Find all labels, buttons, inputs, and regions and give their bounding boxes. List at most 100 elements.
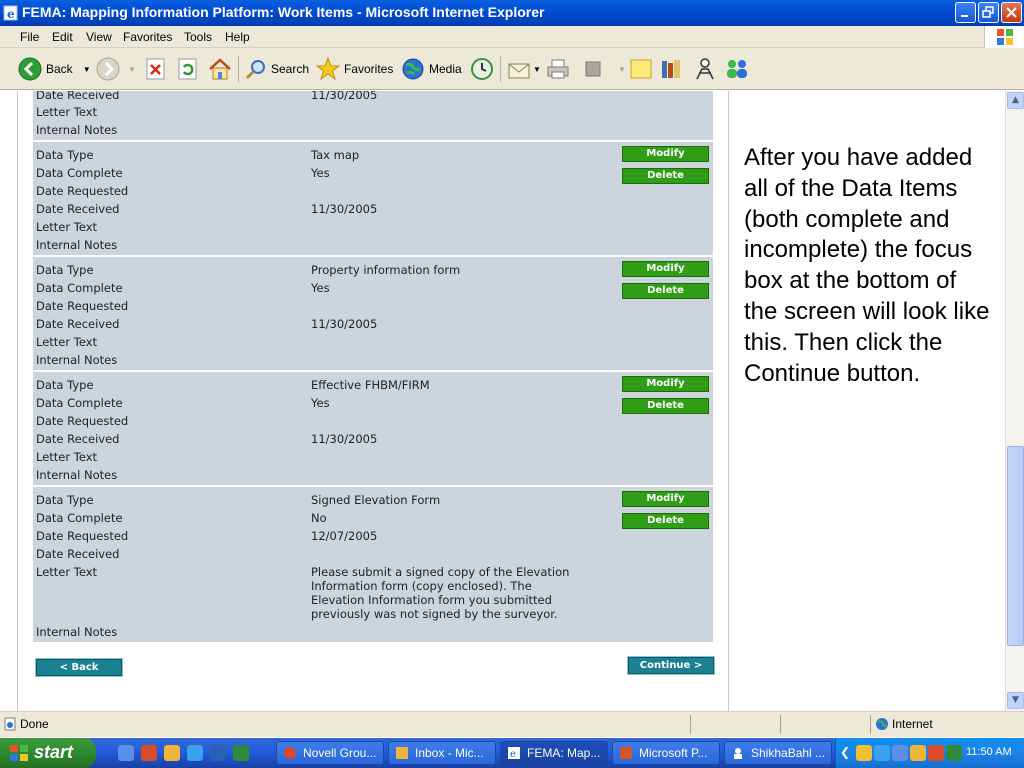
field-label: Data Complete — [36, 281, 123, 295]
field-label: Letter Text — [36, 565, 98, 579]
tray-icon[interactable] — [928, 745, 944, 761]
modify-button[interactable]: Modify — [622, 146, 709, 162]
back-button[interactable]: Back ▼ — [18, 55, 91, 83]
mail-button[interactable]: ▼ — [507, 55, 541, 83]
vertical-scrollbar[interactable]: ▲ ▼ — [1005, 91, 1024, 711]
tray-icon[interactable] — [892, 745, 908, 761]
task-inbox[interactable]: Inbox - Mic... — [388, 741, 496, 765]
restore-button[interactable] — [978, 2, 999, 23]
scroll-thumb[interactable] — [1007, 446, 1024, 646]
tray-expand-icon[interactable]: ❮ — [840, 745, 850, 759]
field-label: Internal Notes — [36, 353, 118, 367]
close-button[interactable] — [1001, 2, 1022, 23]
edit-icon — [585, 61, 601, 77]
page-icon — [4, 717, 16, 731]
menu-file[interactable]: File — [20, 30, 39, 44]
history-button[interactable] — [470, 55, 494, 83]
delete-button[interactable]: Delete — [622, 398, 709, 414]
field-label: Date Requested — [36, 299, 129, 313]
page-content: Date Received 11/30/2005 Letter Text Int… — [0, 91, 1005, 711]
field-label: Date Received — [36, 547, 120, 561]
forward-button[interactable]: ▼ — [96, 55, 136, 83]
field-value: 11/30/2005 — [311, 317, 378, 331]
favorites-button[interactable]: Favorites — [316, 55, 393, 83]
continue-button[interactable]: Continue > — [627, 656, 715, 675]
quicklaunch-word-icon[interactable] — [210, 745, 226, 761]
quicklaunch-outlook-icon[interactable] — [164, 745, 180, 761]
outlook-icon — [396, 747, 408, 759]
history-icon — [471, 58, 493, 80]
messenger-icon — [734, 748, 742, 759]
refresh-button[interactable] — [178, 55, 198, 83]
modify-button[interactable]: Modify — [622, 261, 709, 277]
menu-edit[interactable]: Edit — [52, 30, 73, 44]
edit-button[interactable]: ▼ — [584, 55, 626, 83]
ie-icon: e — [3, 5, 18, 21]
modify-button[interactable]: Modify — [622, 491, 709, 507]
modify-button[interactable]: Modify — [622, 376, 709, 392]
scroll-up-arrow-icon[interactable]: ▲ — [1007, 92, 1024, 109]
status-bar: Done Internet — [0, 711, 1024, 737]
task-powerpoint[interactable]: Microsoft P... — [612, 741, 720, 765]
back-arrow-icon — [18, 57, 42, 81]
field-label: Internal Notes — [36, 625, 118, 639]
field-label: Internal Notes — [36, 468, 118, 482]
tray-icon[interactable] — [856, 745, 872, 761]
field-label: Date Requested — [36, 529, 129, 543]
content-border-left — [17, 91, 18, 711]
print-button[interactable] — [546, 55, 570, 83]
task-novell[interactable]: Novell Grou... — [276, 741, 384, 765]
status-text: Done — [20, 717, 49, 731]
delete-button[interactable]: Delete — [622, 513, 709, 529]
field-value: Property information form — [311, 263, 461, 277]
task-label: FEMA: Map... — [527, 746, 601, 760]
field-label: Letter Text — [36, 105, 98, 119]
edit-dropdown-icon[interactable]: ▼ — [618, 65, 626, 74]
menu-help[interactable]: Help — [225, 30, 250, 44]
mail-dropdown-icon[interactable]: ▼ — [533, 65, 541, 74]
discuss-button[interactable] — [629, 55, 653, 83]
menu-tools[interactable]: Tools — [184, 30, 212, 44]
minimize-button[interactable] — [955, 2, 976, 23]
start-button[interactable]: start — [0, 738, 96, 768]
tray-icon[interactable] — [910, 745, 926, 761]
clock: 11:50 AM — [966, 746, 1012, 758]
status-divider — [870, 715, 871, 734]
quicklaunch-novell-icon[interactable] — [141, 745, 157, 761]
delete-button[interactable]: Delete — [622, 283, 709, 299]
tray-icon[interactable] — [946, 745, 962, 761]
media-button[interactable]: Media — [401, 55, 462, 83]
field-label: Data Type — [36, 493, 94, 507]
field-label: Internal Notes — [36, 123, 118, 137]
quicklaunch-excel-icon[interactable] — [233, 745, 249, 761]
menu-view[interactable]: View — [86, 30, 112, 44]
back-label: Back — [46, 62, 73, 76]
home-button[interactable] — [208, 55, 232, 83]
forward-dropdown-icon[interactable]: ▼ — [128, 65, 136, 74]
tray-network-icon[interactable] — [874, 745, 890, 761]
note-icon — [630, 59, 652, 79]
windows-flag-icon — [10, 745, 28, 761]
scroll-down-arrow-icon[interactable]: ▼ — [1007, 692, 1024, 709]
messenger-button[interactable] — [693, 55, 717, 83]
field-value: Tax map — [311, 148, 360, 162]
research-button[interactable] — [660, 55, 684, 83]
field-label: Data Complete — [36, 396, 123, 410]
status-divider — [780, 715, 781, 734]
quicklaunch-desktop-icon[interactable] — [118, 745, 134, 761]
field-value: Effective FHBM/FIRM — [311, 378, 430, 392]
menu-bar: File Edit View Favorites Tools Help — [0, 26, 1024, 48]
data-items-panel — [33, 91, 713, 642]
task-fema[interactable]: e FEMA: Map... — [500, 741, 608, 765]
stop-button[interactable] — [146, 55, 166, 83]
task-messenger[interactable]: ShikhaBahl ... — [724, 741, 832, 765]
contacts-button[interactable] — [724, 55, 750, 83]
menu-favorites[interactable]: Favorites — [123, 30, 172, 44]
back-dropdown-icon[interactable]: ▼ — [83, 65, 91, 74]
delete-button[interactable]: Delete — [622, 168, 709, 184]
quicklaunch-ie-icon[interactable] — [187, 745, 203, 761]
field-value: 11/30/2005 — [311, 432, 378, 446]
search-button[interactable]: Search — [245, 55, 309, 83]
back-nav-button[interactable]: < Back — [35, 658, 123, 677]
task-label: Microsoft P... — [639, 746, 708, 760]
